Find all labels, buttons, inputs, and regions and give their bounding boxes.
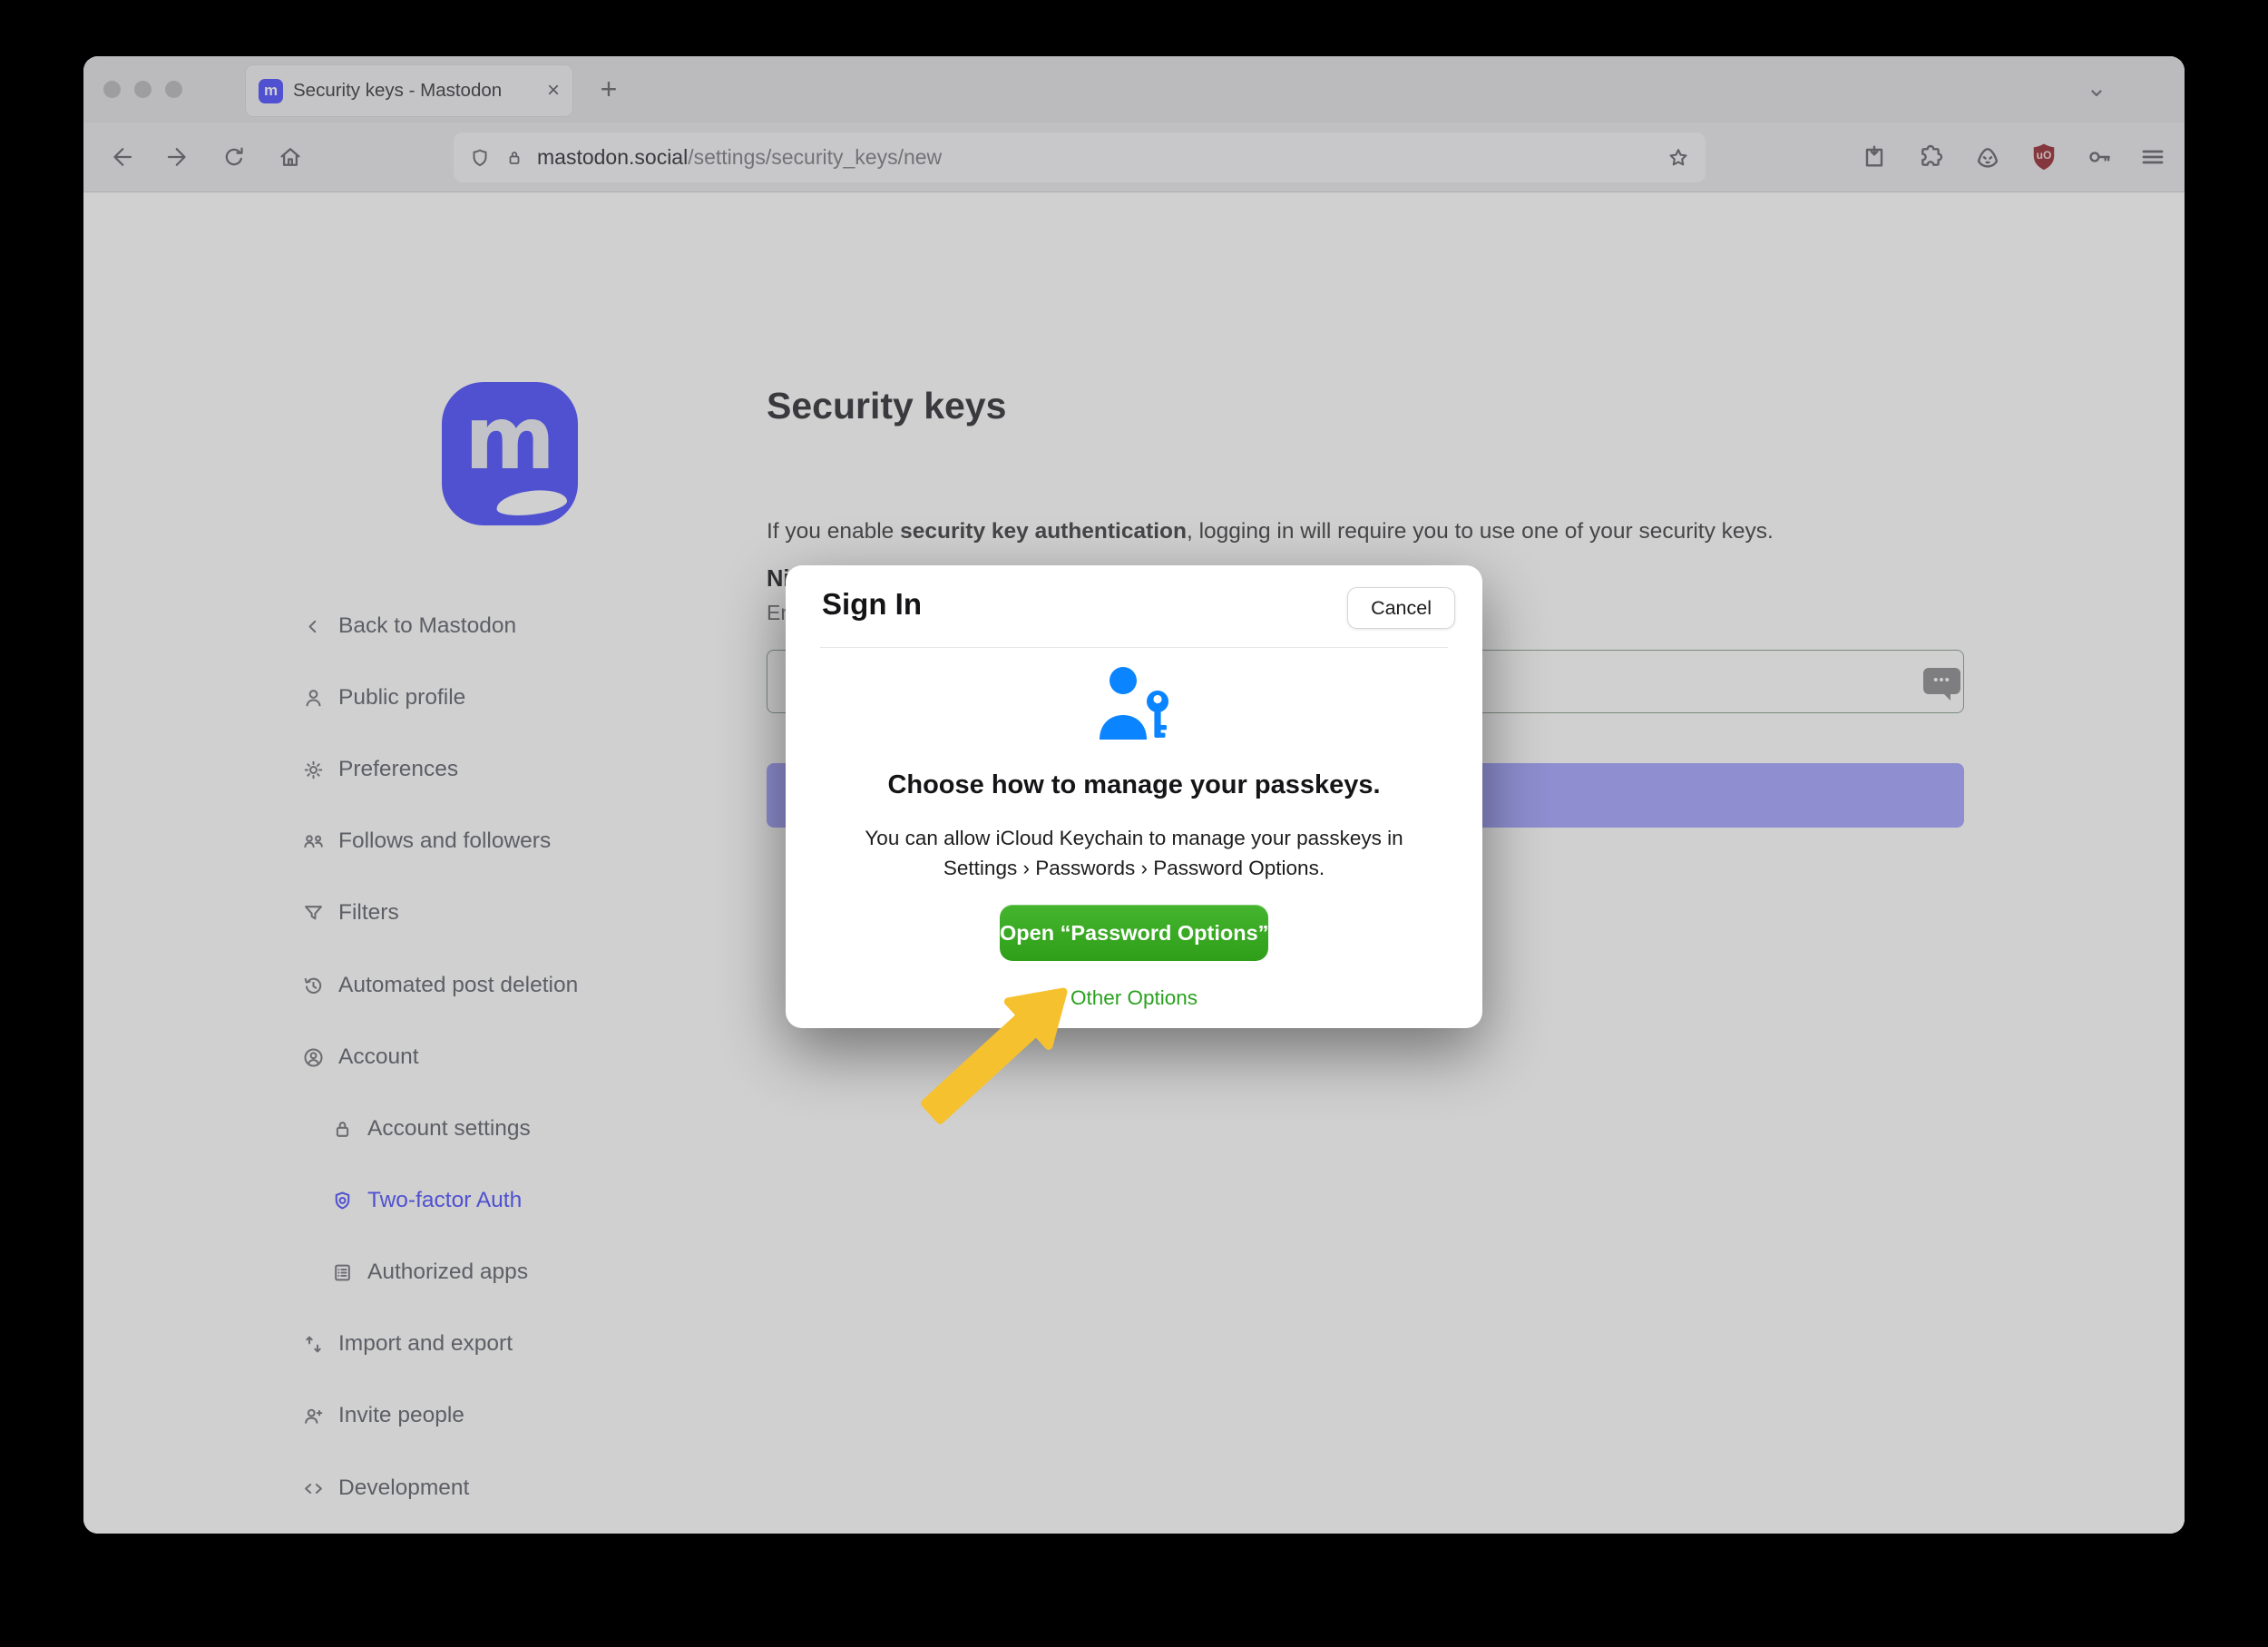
sign-in-dialog: Sign In Cancel Choose how to manage your… bbox=[786, 565, 1482, 1028]
dialog-heading: Choose how to manage your passkeys. bbox=[786, 770, 1482, 800]
dialog-divider bbox=[820, 647, 1448, 648]
annotation-arrow-icon bbox=[882, 964, 1136, 1181]
dialog-title: Sign In bbox=[822, 587, 922, 622]
open-password-options-button[interactable]: Open “Password Options” bbox=[1000, 905, 1268, 961]
desktop-background: m Security keys - Mastodon × + ⌄ mastodo… bbox=[0, 0, 2268, 1647]
dialog-body-line1: You can allow iCloud Keychain to manage … bbox=[786, 823, 1482, 853]
cancel-button[interactable]: Cancel bbox=[1347, 587, 1455, 629]
browser-window: m Security keys - Mastodon × + ⌄ mastodo… bbox=[83, 56, 2185, 1534]
dialog-body: You can allow iCloud Keychain to manage … bbox=[786, 823, 1482, 883]
passkey-person-key-icon bbox=[1087, 665, 1181, 747]
dialog-body-line2: Settings › Passwords › Password Options. bbox=[786, 853, 1482, 883]
